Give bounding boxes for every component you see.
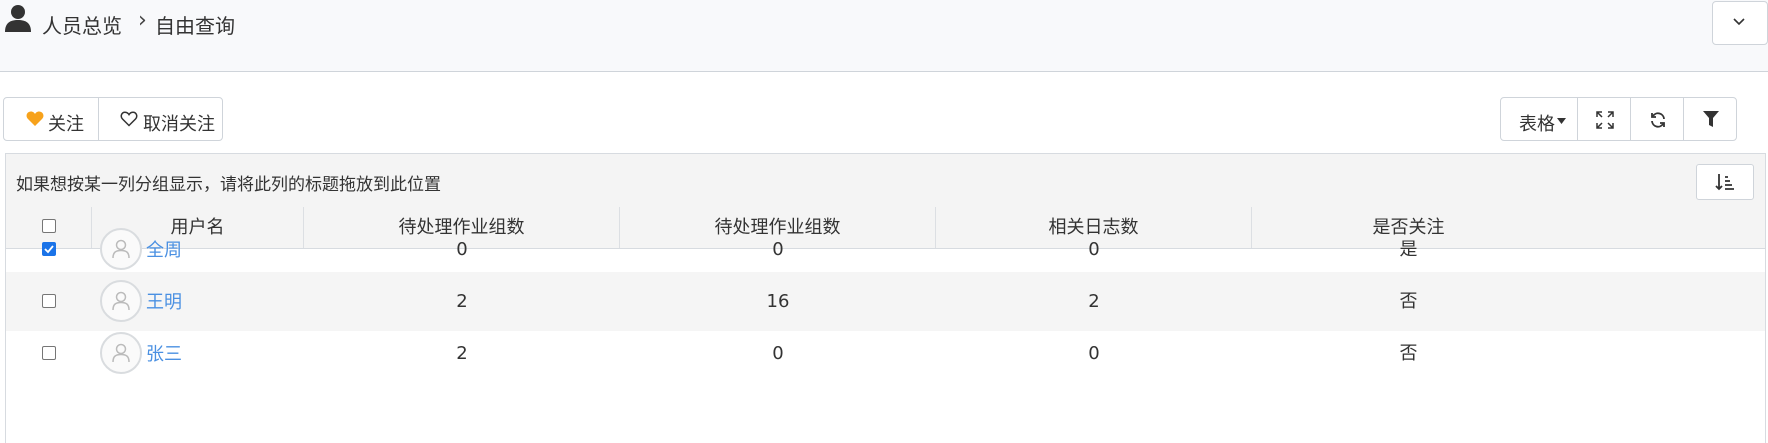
view-toolbar: 表格 <box>1500 97 1766 141</box>
view-mode-label: 表格 <box>1519 114 1555 135</box>
chevron-down-icon <box>1733 18 1745 26</box>
log-count-cell: 0 <box>1088 343 1100 364</box>
data-grid: 如果想按某一列分组显示，请将此列的标题拖放到此位置 用户名 待处理作业组数 待处… <box>5 153 1766 443</box>
group-by-hint: 如果想按某一列分组显示，请将此列的标题拖放到此位置 <box>16 175 441 195</box>
top-dropdown-button[interactable] <box>1712 1 1768 45</box>
follow-button-group: 关注 取消关注 <box>3 97 252 141</box>
view-mode-dropdown[interactable]: 表格 <box>1500 97 1578 141</box>
fullscreen-button[interactable] <box>1577 97 1631 141</box>
filter-button[interactable] <box>1683 97 1737 141</box>
pending-jobs-1-cell: 2 <box>456 343 468 364</box>
breadcrumb-current: 自由查询 <box>155 14 235 38</box>
top-bar: 人员总览 › 自由查询 <box>0 0 1768 72</box>
refresh-button[interactable] <box>1630 97 1684 141</box>
breadcrumb-root[interactable]: 人员总览 <box>42 10 122 39</box>
follow-label: 关注 <box>48 114 84 135</box>
username-link[interactable]: 王明 <box>146 288 182 314</box>
heart-outline-icon <box>120 111 138 127</box>
person-icon <box>112 239 130 259</box>
avatar <box>100 280 142 322</box>
filter-icon <box>1703 111 1719 127</box>
unfollow-label: 取消关注 <box>143 114 215 135</box>
checkmark-icon <box>44 245 54 254</box>
fullscreen-icon <box>1596 111 1614 129</box>
pending-jobs-2-cell: 0 <box>772 343 784 364</box>
followed-cell: 否 <box>1399 343 1418 364</box>
table-row[interactable]: 全周 0 0 0 是 <box>6 220 1765 279</box>
table-row[interactable]: 王明 2 16 2 否 <box>6 272 1765 331</box>
pending-jobs-1-cell: 0 <box>456 239 468 260</box>
log-count-cell: 0 <box>1088 239 1100 260</box>
sort-button[interactable] <box>1696 164 1754 200</box>
log-count-cell: 2 <box>1088 291 1100 312</box>
heart-filled-icon <box>26 111 44 126</box>
avatar <box>100 228 142 270</box>
username-link[interactable]: 张三 <box>146 340 182 366</box>
followed-cell: 是 <box>1399 239 1418 260</box>
user-icon <box>5 5 31 32</box>
person-icon <box>112 291 130 311</box>
pending-jobs-2-cell: 16 <box>766 291 790 312</box>
followed-cell: 否 <box>1399 291 1418 312</box>
row-checkbox[interactable] <box>42 294 56 308</box>
row-checkbox[interactable] <box>42 346 56 360</box>
pending-jobs-1-cell: 2 <box>456 291 468 312</box>
person-icon <box>112 343 130 363</box>
pending-jobs-2-cell: 0 <box>772 239 784 260</box>
follow-button[interactable]: 关注 <box>3 97 99 141</box>
avatar <box>100 332 142 374</box>
refresh-icon <box>1651 112 1665 128</box>
username-link[interactable]: 全周 <box>146 236 182 262</box>
caret-down-icon <box>1557 118 1566 124</box>
table-row[interactable]: 张三 2 0 0 否 <box>6 324 1765 383</box>
group-by-panel[interactable]: 如果想按某一列分组显示，请将此列的标题拖放到此位置 <box>6 154 1765 208</box>
unfollow-button[interactable]: 取消关注 <box>98 97 223 141</box>
breadcrumb-separator-icon: › <box>138 8 147 33</box>
row-checkbox[interactable] <box>42 242 56 256</box>
sort-icon <box>1715 174 1734 191</box>
